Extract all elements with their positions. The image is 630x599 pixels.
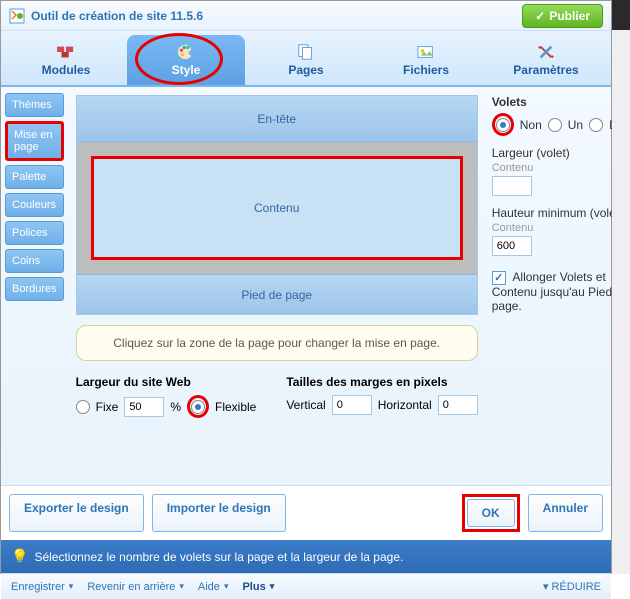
radio-volets-non[interactable] [496, 118, 510, 132]
right-strip [612, 0, 630, 574]
sidebar-item-mise-en-page[interactable]: Mise en page [5, 121, 64, 161]
radio-fixe[interactable] [76, 400, 90, 414]
cancel-button[interactable]: Annuler [528, 494, 603, 532]
sidebar-item-polices[interactable]: Polices [5, 221, 64, 245]
modules-icon [55, 43, 77, 61]
highlight-ok: OK [462, 494, 520, 532]
tab-pages[interactable]: Pages [247, 35, 365, 85]
bulb-icon: 💡 [11, 548, 28, 565]
pages-icon [295, 43, 317, 61]
layout-header-zone[interactable]: En-tête [77, 96, 477, 142]
radio-volets-un[interactable] [548, 118, 562, 132]
hauteur-volet-input[interactable] [492, 236, 532, 256]
hauteur-volet-label: Hauteur minimum (volet) [492, 206, 630, 220]
tip-box: Cliquez sur la zone de la page pour chan… [76, 325, 478, 361]
help-menu[interactable]: Aide [198, 581, 229, 593]
sidebar-item-palette[interactable]: Palette [5, 165, 64, 189]
largeur-volet-label: Largeur (volet) [492, 146, 630, 160]
style-sidebar: Thèmes Mise en page Palette Couleurs Pol… [1, 87, 68, 485]
titlebar: Outil de création de site 11.5.6 ✓ Publi… [1, 1, 611, 31]
layout-content-zone[interactable]: Contenu [91, 156, 463, 260]
sidebar-item-coins[interactable]: Coins [5, 249, 64, 273]
reduce-button[interactable]: ▾ RÉDUIRE [543, 580, 601, 593]
margins-title: Tailles des marges en pixels [286, 375, 477, 389]
undo-menu[interactable]: Revenir en arrière [87, 581, 184, 593]
check-icon: ✓ [535, 9, 545, 23]
reduce-icon: ▾ [543, 580, 549, 593]
tab-style[interactable]: Style [127, 35, 245, 85]
highlight-circle-non [492, 113, 514, 136]
info-banner: 💡 Sélectionnez le nombre de volets sur l… [1, 540, 611, 573]
layout-footer-zone[interactable]: Pied de page [77, 274, 477, 314]
ok-button[interactable]: OK [467, 499, 515, 527]
layout-preview: En-tête Contenu Pied de page [76, 95, 478, 315]
sidebar-item-bordures[interactable]: Bordures [5, 277, 64, 301]
sidebar-item-couleurs[interactable]: Couleurs [5, 193, 64, 217]
site-width-title: Largeur du site Web [76, 375, 257, 389]
highlight-circle-flexible [187, 395, 209, 418]
checkbox-allonger[interactable] [492, 271, 506, 285]
app-icon [9, 8, 25, 24]
tab-parametres[interactable]: Paramètres [487, 35, 605, 85]
status-bar: Enregistrer Revenir en arrière Aide Plus… [1, 573, 611, 599]
plus-menu[interactable]: Plus [242, 581, 274, 593]
window-title: Outil de création de site 11.5.6 [31, 9, 203, 23]
site-width-value[interactable] [124, 397, 164, 417]
volets-title: Volets [492, 95, 630, 109]
files-icon [415, 43, 437, 61]
margin-horizontal-input[interactable] [438, 395, 478, 415]
sidebar-item-themes[interactable]: Thèmes [5, 93, 64, 117]
save-menu[interactable]: Enregistrer [11, 581, 73, 593]
margin-vertical-input[interactable] [332, 395, 372, 415]
tab-fichiers[interactable]: Fichiers [367, 35, 485, 85]
largeur-volet-input[interactable] [492, 176, 532, 196]
tab-bar: Modules Style Pages Fichiers Paramètres [1, 31, 611, 87]
radio-flexible[interactable] [191, 400, 205, 414]
style-icon [175, 43, 197, 61]
export-design-button[interactable]: Exporter le design [9, 494, 144, 532]
settings-icon [535, 43, 557, 61]
publish-button[interactable]: ✓ Publier [522, 4, 603, 28]
radio-volets-deux[interactable] [589, 118, 603, 132]
tab-modules[interactable]: Modules [7, 35, 125, 85]
import-design-button[interactable]: Importer le design [152, 494, 286, 532]
